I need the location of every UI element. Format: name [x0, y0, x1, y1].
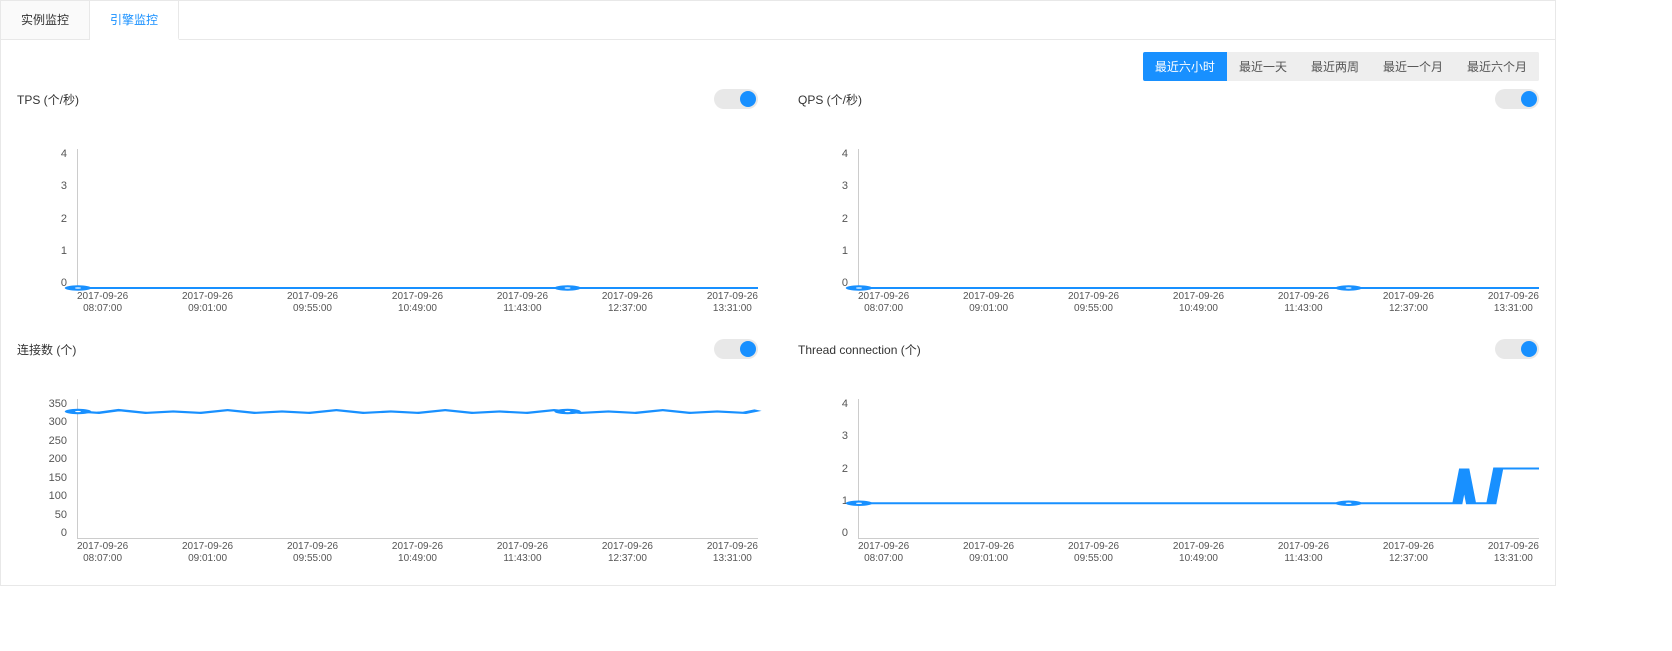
- chart-title-qps: QPS (个/秒): [798, 91, 862, 108]
- y-axis-tps: 4 3 2 1 0: [17, 149, 73, 289]
- plot-thr: [858, 399, 1539, 539]
- toggle-qps[interactable]: [1495, 89, 1539, 109]
- plot-conn: [77, 399, 758, 539]
- chart-title-thr: Thread connection (个): [798, 341, 921, 358]
- chart-panel-qps: QPS (个/秒) 4 3 2 1 0: [798, 89, 1539, 319]
- range-2w-button[interactable]: 最近两周: [1299, 52, 1371, 81]
- range-1d-button[interactable]: 最近一天: [1227, 52, 1299, 81]
- time-range-group: 最近六小时 最近一天 最近两周 最近一个月 最近六个月: [1143, 52, 1539, 81]
- toggle-thr[interactable]: [1495, 339, 1539, 359]
- markers-tps: [78, 149, 758, 288]
- tab-bar: 实例监控 引擎监控: [1, 1, 1555, 40]
- time-range-row: 最近六小时 最近一天 最近两周 最近一个月 最近六个月: [17, 52, 1539, 81]
- toggle-tps[interactable]: [714, 89, 758, 109]
- x-axis-tps: 2017-09-2608:07:00 2017-09-2609:01:00 20…: [77, 291, 758, 319]
- toggle-conn[interactable]: [714, 339, 758, 359]
- chart-title-tps: TPS (个/秒): [17, 91, 79, 108]
- monitor-container: 实例监控 引擎监控 最近六小时 最近一天 最近两周 最近一个月 最近六个月 TP…: [0, 0, 1556, 586]
- markers-conn: [78, 399, 758, 538]
- markers-qps: [859, 149, 1539, 288]
- markers-thr: [859, 399, 1539, 538]
- chart-panel-conn: 连接数 (个) 350 300 250 200 150 100 50 0: [17, 339, 758, 569]
- chart-area-qps: 4 3 2 1 0: [798, 149, 1539, 319]
- range-1m-button[interactable]: 最近一个月: [1371, 52, 1455, 81]
- chart-panel-thr: Thread connection (个) 4 3 2 1 0: [798, 339, 1539, 569]
- plot-tps: [77, 149, 758, 289]
- x-axis-conn: 2017-09-2608:07:00 2017-09-2609:01:00 20…: [77, 541, 758, 569]
- content-area: 最近六小时 最近一天 最近两周 最近一个月 最近六个月 TPS (个/秒) 4 …: [1, 40, 1555, 585]
- plot-qps: [858, 149, 1539, 289]
- range-6h-button[interactable]: 最近六小时: [1143, 52, 1227, 81]
- charts-grid: TPS (个/秒) 4 3 2 1 0: [17, 89, 1539, 569]
- range-6m-button[interactable]: 最近六个月: [1455, 52, 1539, 81]
- y-axis-qps: 4 3 2 1 0: [798, 149, 854, 289]
- chart-area-thr: 4 3 2 1 0: [798, 399, 1539, 569]
- y-axis-conn: 350 300 250 200 150 100 50 0: [17, 399, 73, 539]
- y-axis-thr: 4 3 2 1 0: [798, 399, 854, 539]
- chart-title-conn: 连接数 (个): [17, 341, 76, 358]
- x-axis-qps: 2017-09-2608:07:00 2017-09-2609:01:00 20…: [858, 291, 1539, 319]
- tab-engine-monitor[interactable]: 引擎监控: [90, 1, 179, 40]
- x-axis-thr: 2017-09-2608:07:00 2017-09-2609:01:00 20…: [858, 541, 1539, 569]
- chart-area-conn: 350 300 250 200 150 100 50 0: [17, 399, 758, 569]
- tab-instance-monitor[interactable]: 实例监控: [1, 1, 90, 39]
- chart-panel-tps: TPS (个/秒) 4 3 2 1 0: [17, 89, 758, 319]
- chart-area-tps: 4 3 2 1 0: [17, 149, 758, 319]
